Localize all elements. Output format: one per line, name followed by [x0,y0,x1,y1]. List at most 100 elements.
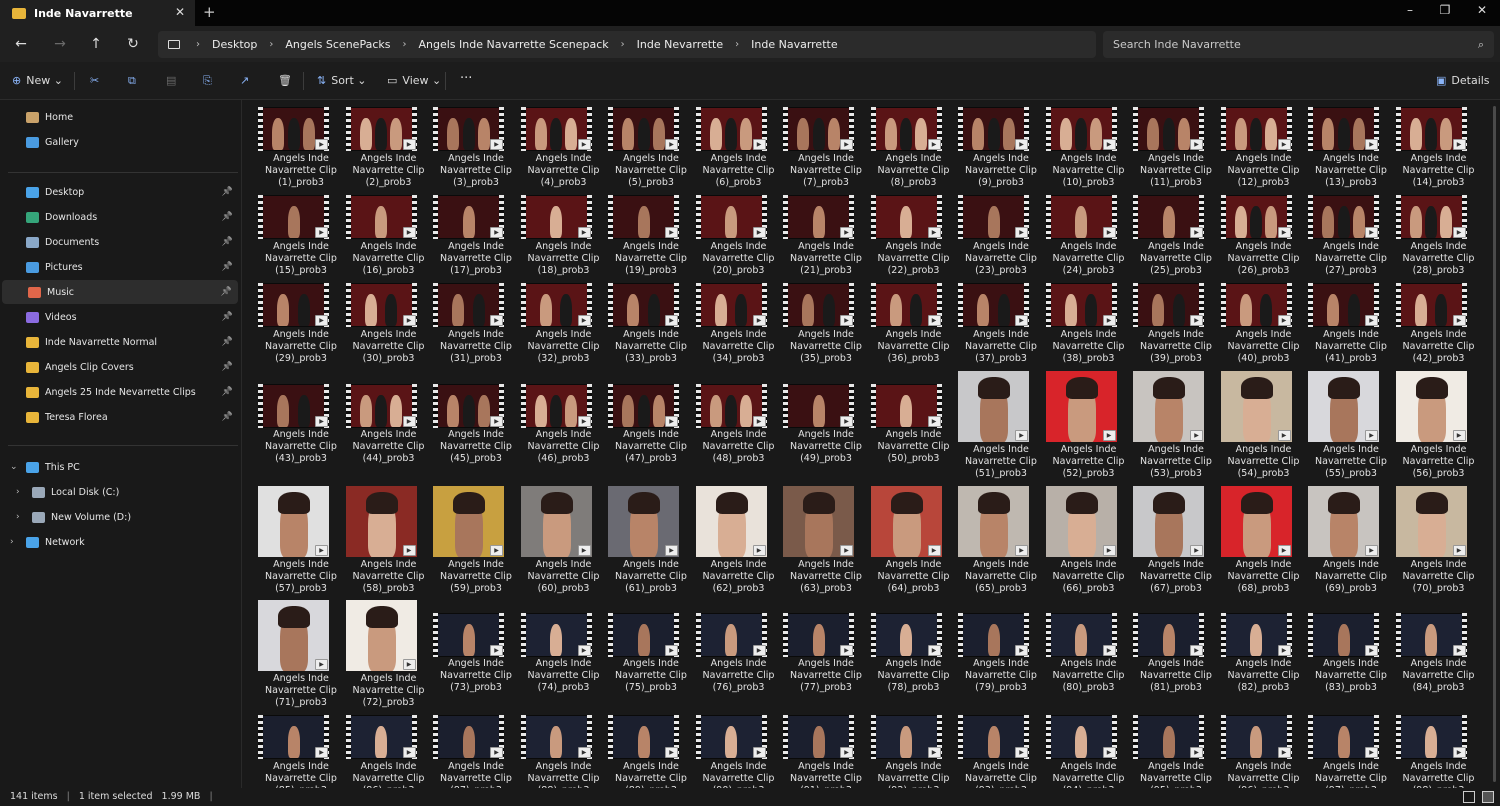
file-item[interactable]: ▶ Angels Inde Navarrette Clip (36)_prob3 [870,283,957,373]
sidebar-item-desktop[interactable]: Desktop 📌 [0,180,239,204]
sidebar-item-local-disk-c-[interactable]: › Local Disk (C:) [0,480,239,504]
file-item[interactable]: ▶ Angels Inde Navarrette Clip (15)_prob3 [258,195,344,285]
file-item[interactable]: ▶ Angels IndeNavarrette Clip(95)_prob3 [1133,715,1219,788]
file-item[interactable]: ▶ Angels Inde Navarrette Clip (55)_prob3 [1308,371,1394,479]
file-item[interactable]: ▶ Angels Inde Navarrette Clip (27)_prob3 [1308,195,1394,285]
file-item[interactable]: ▶ Angels Inde Navarrette Clip (73)_prob3 [433,600,519,693]
file-item[interactable]: ▶ Angels Inde Navarrette Clip (28)_prob3 [1395,195,1482,285]
cut-icon[interactable]: ✂ [90,74,99,87]
file-item[interactable]: ▶ Angels Inde Navarrette Clip (63)_prob3 [783,486,869,594]
details-view-icon[interactable] [1463,791,1475,803]
file-item[interactable]: ▶ Angels Inde Navarrette Clip (9)_prob3 [958,107,1044,197]
pin-icon[interactable]: 📌 [222,412,233,422]
back-arrow-icon[interactable]: ← [11,35,31,53]
breadcrumb-3[interactable]: Inde Nevarrette [637,38,723,51]
file-item[interactable]: ▶ Angels Inde Navarrette Clip (18)_prob3 [520,195,607,285]
pin-icon[interactable]: 📌 [222,337,233,347]
address-bar[interactable]: › Desktop › Angels ScenePacks › Angels I… [158,31,1096,58]
search-input[interactable]: Search Inde Navarrette ⌕ [1103,31,1494,58]
file-item[interactable]: ▶ Angels Inde Navarrette Clip (69)_prob3 [1308,486,1394,594]
copy-icon[interactable]: ⧉ [128,74,136,88]
file-item[interactable]: ▶ Angels Inde Navarrette Clip (66)_prob3 [1045,486,1132,594]
file-item[interactable]: ▶ Angels Inde Navarrette Clip (60)_prob3 [520,486,607,594]
file-item[interactable]: ▶ Angels Inde Navarrette Clip (42)_prob3 [1395,283,1482,373]
pin-icon[interactable]: 📌 [222,237,233,247]
paste-icon[interactable]: ▤ [166,74,176,87]
view-button[interactable]: ▭ View ⌄ [387,74,441,87]
file-item[interactable]: ▶ Angels IndeNavarrette Clip(89)_prob3 [608,715,694,788]
sidebar-item-music[interactable]: Music 📌 [2,280,238,304]
file-item[interactable]: ▶ Angels Inde Navarrette Clip (74)_prob3 [520,600,607,693]
file-item[interactable]: ▶ Angels Inde Navarrette Clip (62)_prob3 [695,486,782,594]
file-item[interactable]: ▶ Angels Inde Navarrette Clip (46)_prob3 [520,371,607,464]
file-item[interactable]: ▶ Angels Inde Navarrette Clip (8)_prob3 [870,107,957,197]
sidebar-item-angels-25-inde-nevarrette-clips[interactable]: Angels 25 Inde Nevarrette Clips 📌 [0,380,239,404]
file-item[interactable]: ▶ Angels Inde Navarrette Clip (52)_prob3 [1045,371,1132,479]
file-item[interactable]: ▶ Angels Inde Navarrette Clip (83)_prob3 [1308,600,1394,693]
chevron-down-icon[interactable]: ⌄ [10,462,18,472]
file-item[interactable]: ▶ Angels IndeNavarrette Clip(98)_prob3 [1395,715,1482,788]
more-options-icon[interactable]: ··· [460,71,472,86]
file-item[interactable]: ▶ Angels Inde Navarrette Clip (13)_prob3 [1308,107,1394,197]
sidebar-item-home[interactable]: Home [0,105,239,129]
file-item[interactable]: ▶ Angels IndeNavarrette Clip(87)_prob3 [433,715,519,788]
file-item[interactable]: ▶ Angels Inde Navarrette Clip (11)_prob3 [1133,107,1219,197]
file-item[interactable]: ▶ Angels IndeNavarrette Clip(85)_prob3 [258,715,344,788]
forward-arrow-icon[interactable]: → [50,35,70,53]
file-item[interactable]: ▶ Angels IndeNavarrette Clip(94)_prob3 [1045,715,1132,788]
file-item[interactable]: ▶ Angels Inde Navarrette Clip (1)_prob3 [258,107,344,197]
file-item[interactable]: ▶ Angels Inde Navarrette Clip (10)_prob3 [1045,107,1132,197]
close-tab-icon[interactable]: ✕ [175,5,185,19]
file-item[interactable]: ▶ Angels IndeNavarrette Clip(88)_prob3 [520,715,607,788]
file-item[interactable]: ▶ Angels Inde Navarrette Clip (72)_prob3 [345,600,432,708]
pin-icon[interactable]: 📌 [222,262,233,272]
file-item[interactable]: ▶ Angels Inde Navarrette Clip (53)_prob3 [1133,371,1219,479]
vertical-scrollbar[interactable] [1493,106,1496,782]
file-item[interactable]: ▶ Angels IndeNavarrette Clip(92)_prob3 [870,715,957,788]
chevron-right-icon[interactable]: › [16,487,20,497]
file-item[interactable]: ▶ Angels Inde Navarrette Clip (76)_prob3 [695,600,782,693]
file-item[interactable]: ▶ Angels Inde Navarrette Clip (57)_prob3 [258,486,344,594]
breadcrumb-1[interactable]: Angels ScenePacks [285,38,390,51]
file-item[interactable]: ▶ Angels Inde Navarrette Clip (75)_prob3 [608,600,694,693]
file-item[interactable]: ▶ Angels Inde Navarrette Clip (64)_prob3 [870,486,957,594]
file-item[interactable]: ▶ Angels Inde Navarrette Clip (84)_prob3 [1395,600,1482,693]
file-item[interactable]: ▶ Angels Inde Navarrette Clip (71)_prob3 [258,600,344,708]
file-item[interactable]: ▶ Angels Inde Navarrette Clip (3)_prob3 [433,107,519,197]
sidebar-item-gallery[interactable]: Gallery [0,130,239,154]
sidebar-item-documents[interactable]: Documents 📌 [0,230,239,254]
file-item[interactable]: ▶ Angels Inde Navarrette Clip (54)_prob3 [1220,371,1307,479]
pin-icon[interactable]: 📌 [222,187,233,197]
maximize-button[interactable]: ❐ [1435,3,1455,17]
file-item[interactable]: ▶ Angels Inde Navarrette Clip (24)_prob3 [1045,195,1132,285]
file-item[interactable]: ▶ Angels Inde Navarrette Clip (2)_prob3 [345,107,432,197]
file-item[interactable]: ▶ Angels Inde Navarrette Clip (22)_prob3 [870,195,957,285]
refresh-icon[interactable]: ↻ [123,35,143,53]
sidebar-item-inde-navarrette-normal[interactable]: Inde Navarrette Normal 📌 [0,330,239,354]
sidebar-item-angels-clip-covers[interactable]: Angels Clip Covers 📌 [0,355,239,379]
breadcrumb-2[interactable]: Angels Inde Navarrette Scenepack [418,38,608,51]
file-item[interactable]: ▶ Angels Inde Navarrette Clip (32)_prob3 [520,283,607,373]
details-button[interactable]: ▣ Details [1436,74,1490,87]
rename-icon[interactable]: ⎘ [203,74,212,88]
file-item[interactable]: ▶ Angels Inde Navarrette Clip (39)_prob3 [1133,283,1219,373]
file-item[interactable]: ▶ Angels Inde Navarrette Clip (51)_prob3 [958,371,1044,479]
file-item[interactable]: ▶ Angels Inde Navarrette Clip (40)_prob3 [1220,283,1307,373]
file-item[interactable]: ▶ Angels Inde Navarrette Clip (81)_prob3 [1133,600,1219,693]
file-item[interactable]: ▶ Angels Inde Navarrette Clip (82)_prob3 [1220,600,1307,693]
new-tab-button[interactable]: + [203,3,216,21]
file-item[interactable]: ▶ Angels Inde Navarrette Clip (68)_prob3 [1220,486,1307,594]
minimize-button[interactable]: – [1400,3,1420,17]
breadcrumb-4[interactable]: Inde Navarrette [751,38,837,51]
file-item[interactable]: ▶ Angels Inde Navarrette Clip (47)_prob3 [608,371,694,464]
file-item[interactable]: ▶ Angels Inde Navarrette Clip (65)_prob3 [958,486,1044,594]
file-item[interactable]: ▶ Angels Inde Navarrette Clip (20)_prob3 [695,195,782,285]
sort-button[interactable]: ⇅ Sort ⌄ [317,74,367,87]
pin-icon[interactable]: 📌 [222,312,233,322]
file-item[interactable]: ▶ Angels Inde Navarrette Clip (21)_prob3 [783,195,869,285]
file-item[interactable]: ▶ Angels IndeNavarrette Clip(90)_prob3 [695,715,782,788]
file-item[interactable]: ▶ Angels IndeNavarrette Clip(86)_prob3 [345,715,432,788]
file-item[interactable]: ▶ Angels Inde Navarrette Clip (70)_prob3 [1395,486,1482,594]
file-item[interactable]: ▶ Angels Inde Navarrette Clip (16)_prob3 [345,195,432,285]
sidebar-item-teresa-florea[interactable]: Teresa Florea 📌 [0,405,239,429]
